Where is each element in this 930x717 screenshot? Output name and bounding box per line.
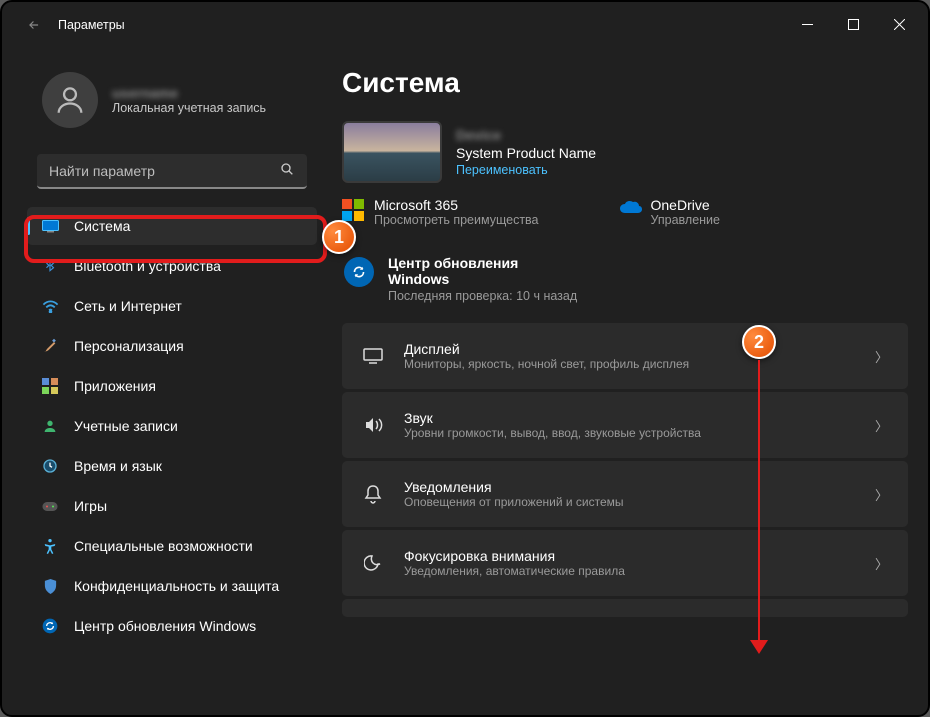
maximize-button[interactable] — [830, 5, 876, 45]
service-ms365[interactable]: Microsoft 365 Просмотреть преимущества — [342, 197, 539, 227]
avatar — [42, 72, 98, 128]
person-icon — [41, 417, 59, 435]
main-panel: Система Device System Product Name Переи… — [342, 47, 918, 715]
nav-personalization[interactable]: Персонализация — [27, 327, 317, 365]
chevron-right-icon: 〉 — [875, 485, 888, 504]
titlebar: Параметры — [2, 2, 928, 47]
back-button[interactable] — [20, 11, 48, 39]
paintbrush-icon — [41, 337, 59, 355]
card-title: Уведомления — [404, 479, 855, 495]
nav-label: Конфиденциальность и защита — [74, 578, 279, 594]
nav-label: Bluetooth и устройства — [74, 258, 221, 274]
search-icon — [279, 161, 295, 180]
chevron-right-icon: 〉 — [875, 554, 888, 573]
chevron-right-icon: 〉 — [875, 416, 888, 435]
rename-link[interactable]: Переименовать — [456, 163, 596, 177]
device-thumbnail — [342, 121, 442, 183]
card-sub: Оповещения от приложений и системы — [404, 495, 855, 509]
windows-update-card[interactable]: Центр обновления Windows Последняя прове… — [342, 255, 908, 303]
profile-subtitle: Локальная учетная запись — [112, 101, 266, 115]
nav-list: Система Bluetooth и устройства Сеть и Ин… — [27, 207, 317, 645]
nav-network[interactable]: Сеть и Интернет — [27, 287, 317, 325]
card-sub: Уровни громкости, вывод, ввод, звуковые … — [404, 426, 855, 440]
nav-bluetooth[interactable]: Bluetooth и устройства — [27, 247, 317, 285]
ms365-sub: Просмотреть преимущества — [374, 213, 539, 227]
card-sub: Мониторы, яркость, ночной свет, профиль … — [404, 357, 855, 371]
apps-icon — [41, 377, 59, 395]
device-product: System Product Name — [456, 145, 596, 161]
device-summary[interactable]: Device System Product Name Переименовать — [342, 121, 908, 183]
nav-apps[interactable]: Приложения — [27, 367, 317, 405]
bluetooth-icon — [41, 257, 59, 275]
display-icon — [362, 348, 384, 364]
onedrive-icon — [619, 199, 641, 221]
card-sound[interactable]: Звук Уровни громкости, вывод, ввод, звук… — [342, 392, 908, 458]
card-title: Фокусировка внимания — [404, 548, 855, 564]
nav-accessibility[interactable]: Специальные возможности — [27, 527, 317, 565]
update-icon — [344, 257, 374, 287]
card-notifications[interactable]: Уведомления Оповещения от приложений и с… — [342, 461, 908, 527]
card-partial[interactable] — [342, 599, 908, 617]
shield-icon — [41, 577, 59, 595]
ms365-icon — [342, 199, 364, 221]
search-input[interactable] — [49, 163, 279, 179]
gamepad-icon — [41, 497, 59, 515]
clock-icon — [41, 457, 59, 475]
annotation-step-1: 1 — [322, 220, 356, 254]
onedrive-sub: Управление — [651, 213, 721, 227]
nav-label: Сеть и Интернет — [74, 298, 182, 314]
nav-accounts[interactable]: Учетные записи — [27, 407, 317, 445]
onedrive-title: OneDrive — [651, 197, 721, 213]
nav-label: Время и язык — [74, 458, 162, 474]
nav-privacy[interactable]: Конфиденциальность и защита — [27, 567, 317, 605]
ms365-title: Microsoft 365 — [374, 197, 539, 213]
nav-system[interactable]: Система — [27, 207, 317, 245]
nav-label: Специальные возможности — [74, 538, 253, 554]
service-onedrive[interactable]: OneDrive Управление — [619, 197, 721, 227]
window-controls — [784, 5, 922, 45]
profile-name: username — [112, 85, 266, 101]
card-display[interactable]: Дисплей Мониторы, яркость, ночной свет, … — [342, 323, 908, 389]
window-title: Параметры — [58, 18, 125, 32]
annotation-step-2: 2 — [742, 325, 776, 359]
device-name: Device — [456, 127, 596, 143]
wifi-icon — [41, 297, 59, 315]
nav-label: Центр обновления Windows — [74, 618, 256, 634]
user-profile[interactable]: username Локальная учетная запись — [27, 67, 317, 146]
nav-update[interactable]: Центр обновления Windows — [27, 607, 317, 645]
sidebar: username Локальная учетная запись Систем… — [27, 47, 317, 715]
nav-gaming[interactable]: Игры — [27, 487, 317, 525]
bell-icon — [362, 484, 384, 504]
update-title: Центр обновления Windows — [388, 255, 568, 287]
annotation-arrow — [758, 360, 760, 652]
close-button[interactable] — [876, 5, 922, 45]
settings-window: Параметры username Локальная учетная зап… — [0, 0, 930, 717]
page-title: Система — [342, 67, 908, 99]
nav-label: Персонализация — [74, 338, 184, 354]
card-title: Звук — [404, 410, 855, 426]
monitor-icon — [41, 217, 59, 235]
search-box[interactable] — [37, 154, 307, 189]
nav-label: Игры — [74, 498, 107, 514]
card-sub: Уведомления, автоматические правила — [404, 564, 855, 578]
chevron-right-icon: 〉 — [875, 347, 888, 366]
card-title: Дисплей — [404, 341, 855, 357]
nav-label: Система — [74, 218, 130, 234]
nav-label: Приложения — [74, 378, 156, 394]
nav-time[interactable]: Время и язык — [27, 447, 317, 485]
accessibility-icon — [41, 537, 59, 555]
nav-label: Учетные записи — [74, 418, 178, 434]
update-icon — [41, 617, 59, 635]
card-focus[interactable]: Фокусировка внимания Уведомления, автома… — [342, 530, 908, 596]
update-sub: Последняя проверка: 10 ч назад — [388, 289, 577, 303]
sound-icon — [362, 416, 384, 434]
moon-icon — [362, 554, 384, 572]
minimize-button[interactable] — [784, 5, 830, 45]
